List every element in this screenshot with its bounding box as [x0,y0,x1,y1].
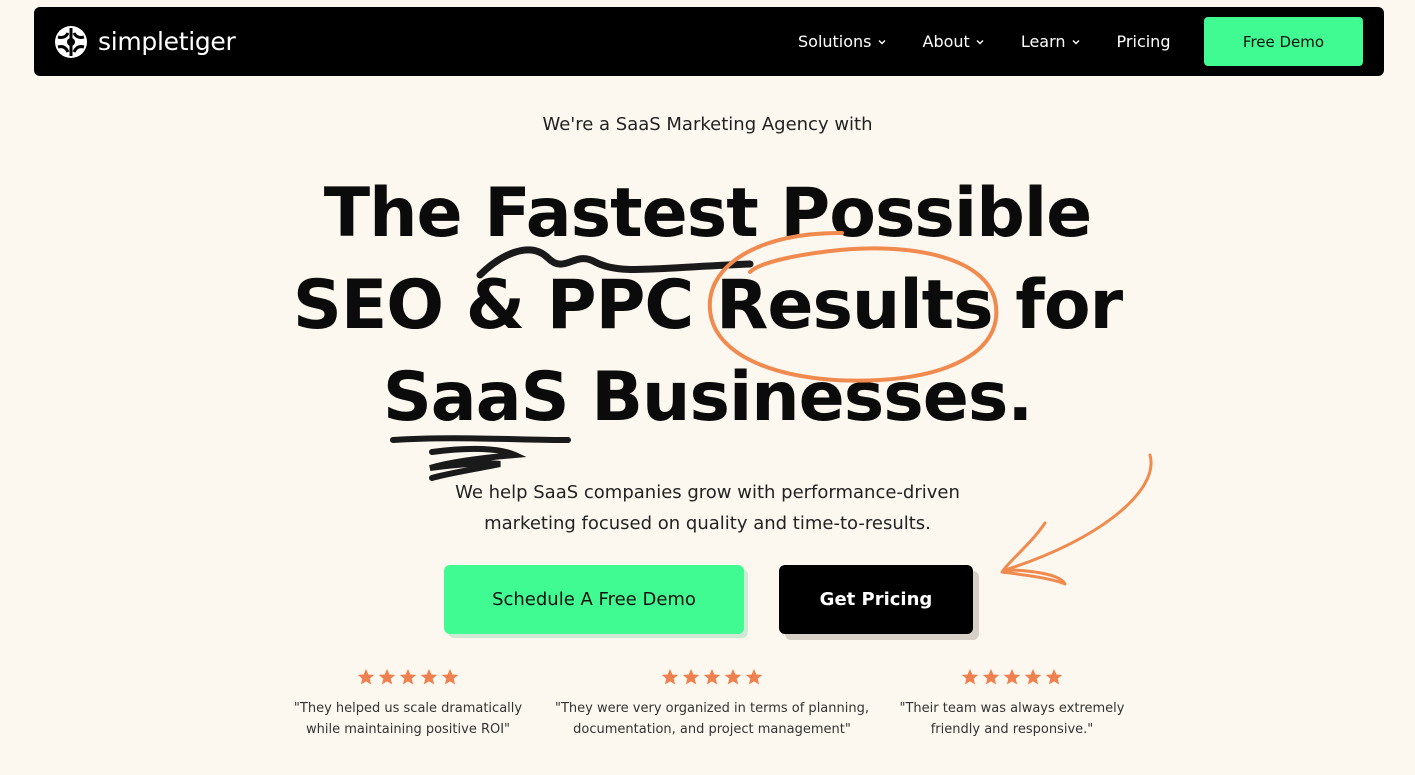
review-quote: "They helped us scale dramatically while… [248,698,568,740]
headline-line-1: The Fastest Possible [323,174,1093,253]
headline-line-2: SEO & PPC Results for [292,266,1123,345]
nav-item-label: Solutions [798,32,872,51]
star-icon [1003,668,1021,685]
subtext-line-1: We help SaaS companies grow with perform… [455,482,960,503]
nav-item-pricing[interactable]: Pricing [1117,32,1171,51]
star-rating [552,668,872,690]
nav-item-label: Pricing [1116,32,1171,51]
quote-line: while maintaining positive ROI" [305,722,511,737]
quote-line: "Their team was always extremely [899,701,1125,716]
star-icon [420,668,438,685]
schedule-demo-button[interactable]: Schedule A Free Demo [444,565,744,634]
star-icon [378,668,396,685]
quote-line: documentation, and project management" [573,722,851,737]
hero-headline: The Fastest Possible SEO & PPC Results f… [0,168,1415,444]
star-icon [1024,668,1042,685]
star-icon [745,668,763,685]
star-icon [724,668,742,685]
scribble-mark-saas [429,445,527,481]
free-demo-button[interactable]: Free Demo [1204,17,1363,66]
review-card-1: "They helped us scale dramatically while… [248,668,568,740]
review-card-3: "Their team was always extremely friendl… [852,668,1172,740]
star-icon [703,668,721,685]
star-icon [357,668,375,685]
hero-subtext: We help SaaS companies grow with perform… [0,477,1415,539]
star-icon [982,668,1000,685]
get-pricing-button[interactable]: Get Pricing [779,565,973,634]
hero-eyebrow: We're a SaaS Marketing Agency with [542,114,873,135]
brand-logo[interactable]: simpletiger [54,7,236,76]
review-quote: "They were very organized in terms of pl… [552,698,872,740]
review-card-2: "They were very organized in terms of pl… [552,668,872,740]
star-icon [682,668,700,685]
star-rating [248,668,568,690]
quote-line: friendly and responsive." [930,722,1094,737]
brand-name: simpletiger [98,27,236,56]
nav-item-learn[interactable]: Learn [1021,32,1081,51]
star-icon [441,668,459,685]
chevron-down-icon [976,39,984,44]
nav-item-about[interactable]: About [923,32,985,51]
headline-line-3: SaaS Businesses. [382,358,1033,437]
quote-line: "They were very organized in terms of pl… [555,701,869,716]
tiger-logo-icon [55,25,87,58]
chevron-down-icon [878,39,886,44]
nav-item-solutions[interactable]: Solutions [798,32,887,51]
star-icon [961,668,979,685]
review-quote: "Their team was always extremely friendl… [852,698,1172,740]
main-nav: Solutions About Learn Pricing [798,7,1170,76]
star-icon [1045,668,1063,685]
star-icon [399,668,417,685]
nav-item-label: About [922,32,970,51]
nav-item-label: Learn [1020,32,1066,51]
chevron-down-icon [1072,39,1080,44]
subtext-line-2: marketing focused on quality and time-to… [484,513,931,534]
star-icon [661,668,679,685]
top-navbar: simpletiger Solutions About Learn Pricin… [34,7,1384,76]
quote-line: "They helped us scale dramatically [293,701,523,716]
star-rating [852,668,1172,690]
